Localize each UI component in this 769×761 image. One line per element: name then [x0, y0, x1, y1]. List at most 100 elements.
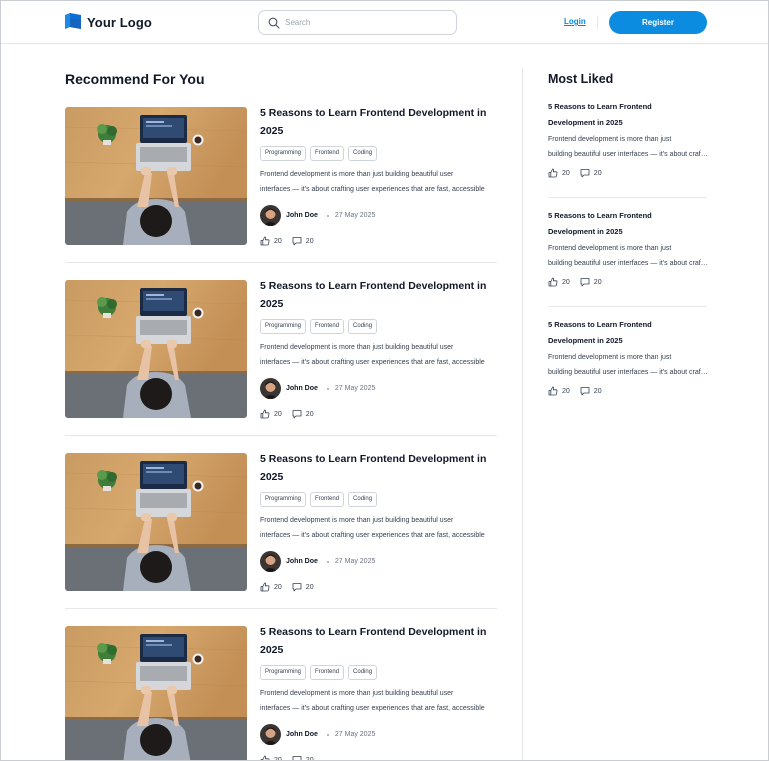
like-button[interactable]: 20 [260, 755, 282, 760]
article-card[interactable]: 5 Reasons to Learn Frontend Development … [65, 623, 500, 760]
article-excerpt: Frontend development is more than just b… [260, 513, 500, 543]
search-icon [268, 17, 280, 29]
like-button[interactable]: 20 [548, 168, 570, 178]
login-link[interactable]: Login [564, 17, 586, 26]
comment-button[interactable]: 20 [580, 277, 602, 287]
like-count: 20 [562, 169, 570, 177]
tag-chip[interactable]: Programming [260, 492, 307, 507]
comment-button[interactable]: 20 [580, 386, 602, 396]
like-icon [260, 582, 270, 592]
article-thumbnail[interactable] [65, 280, 247, 418]
avatar-image [260, 724, 281, 745]
tag-chip[interactable]: Coding [348, 492, 378, 507]
top-header: Your Logo Search Login Register [1, 1, 768, 44]
publish-date: 27 May 2025 [334, 558, 376, 565]
header-divider [597, 16, 598, 29]
tag-chip[interactable]: Programming [260, 665, 307, 680]
like-button[interactable]: 20 [260, 236, 282, 246]
article-thumbnail[interactable] [65, 626, 247, 760]
search-input[interactable]: Search [258, 10, 457, 35]
like-icon [548, 168, 558, 178]
tag-chip[interactable]: Frontend [310, 146, 345, 161]
excerpt-line: Frontend development is more than just b… [260, 690, 454, 697]
most-liked-item[interactable]: 5 Reasons to Learn Frontend Development i… [548, 99, 708, 178]
tag-chip[interactable]: Coding [348, 146, 378, 161]
tag-chip[interactable]: Coding [348, 319, 378, 334]
publish-date: 27 May 2025 [334, 731, 376, 738]
avatar[interactable] [260, 378, 281, 399]
most-liked-item[interactable]: 5 Reasons to Learn Frontend Development i… [548, 317, 708, 396]
comment-button[interactable]: 20 [292, 582, 314, 592]
card-divider [65, 262, 497, 263]
article-thumbnail[interactable] [65, 453, 247, 591]
tag-chip[interactable]: Frontend [310, 492, 345, 507]
comment-button[interactable]: 20 [580, 168, 602, 178]
logo[interactable]: Your Logo [65, 13, 152, 31]
author-name[interactable]: John Doe [286, 385, 318, 392]
article-card[interactable]: 5 Reasons to Learn Frontend Development … [65, 107, 497, 247]
excerpt-line: Frontend development is more than just [548, 245, 672, 252]
page: Your Logo Search Login Register Recommen… [0, 0, 769, 761]
avatar-image [260, 205, 281, 226]
most-liked-excerpt: Frontend development is more than just bu… [548, 132, 708, 162]
comment-button[interactable]: 20 [292, 236, 314, 246]
card-divider [65, 435, 497, 436]
author-row: John Doe 27 May 2025 [260, 378, 375, 399]
article-title[interactable]: 5 Reasons to Learn Frontend Development … [260, 450, 495, 486]
tag-chip[interactable]: Coding [348, 665, 378, 680]
like-icon [260, 236, 270, 246]
excerpt-line: interfaces — it's about crafting user ex… [260, 705, 485, 712]
side-divider [548, 197, 707, 198]
excerpt-line: Frontend development is more than just [548, 354, 672, 361]
most-liked-stats: 20 20 [548, 277, 708, 287]
article-excerpt: Frontend development is more than just b… [260, 686, 500, 716]
register-button[interactable]: Register [609, 11, 707, 34]
like-button[interactable]: 20 [260, 409, 282, 419]
avatar[interactable] [260, 205, 281, 226]
comment-count: 20 [593, 169, 602, 177]
title-line: 5 Reasons to Learn Frontend [548, 320, 652, 329]
article-title[interactable]: 5 Reasons to Learn Frontend Development … [260, 277, 495, 313]
like-count: 20 [274, 410, 282, 418]
card-divider [65, 608, 497, 609]
article-title[interactable]: 5 Reasons to Learn Frontend Development … [260, 104, 495, 140]
like-button[interactable]: 20 [548, 386, 570, 396]
comment-count: 20 [593, 387, 602, 395]
side-divider [548, 306, 707, 307]
article-image [65, 280, 247, 418]
search-placeholder: Search [285, 18, 311, 27]
excerpt-line: building beautiful user interfaces — it'… [548, 369, 708, 376]
title-line: 5 Reasons to Learn Frontend [548, 102, 652, 111]
author-row: John Doe 27 May 2025 [260, 551, 375, 572]
separator-dot [326, 214, 329, 217]
article-card[interactable]: 5 Reasons to Learn Frontend Development … [65, 453, 497, 593]
tag-chip[interactable]: Frontend [310, 665, 345, 680]
tag-list: Programming Frontend Coding [260, 492, 378, 507]
tag-chip[interactable]: Frontend [310, 319, 345, 334]
author-name[interactable]: John Doe [286, 212, 318, 219]
title-line: Development in 2025 [548, 336, 623, 345]
like-icon [548, 386, 558, 396]
article-thumbnail[interactable] [65, 107, 247, 245]
separator-dot [326, 560, 329, 563]
comment-icon [292, 583, 302, 592]
most-liked-title[interactable]: 5 Reasons to Learn Frontend Development i… [548, 317, 708, 349]
comment-button[interactable]: 20 [292, 755, 314, 760]
article-card[interactable]: 5 Reasons to Learn Frontend Development … [65, 280, 497, 420]
publish-date: 27 May 2025 [334, 385, 376, 392]
author-name[interactable]: John Doe [286, 731, 318, 738]
most-liked-title[interactable]: 5 Reasons to Learn Frontend Development i… [548, 99, 708, 131]
tag-chip[interactable]: Programming [260, 146, 307, 161]
avatar[interactable] [260, 724, 281, 745]
like-button[interactable]: 20 [548, 277, 570, 287]
like-button[interactable]: 20 [260, 582, 282, 592]
article-title[interactable]: 5 Reasons to Learn Frontend Development … [260, 623, 495, 659]
excerpt-line: building beautiful user interfaces — it'… [548, 151, 708, 158]
tag-chip[interactable]: Programming [260, 319, 307, 334]
comment-button[interactable]: 20 [292, 409, 314, 419]
most-liked-item[interactable]: 5 Reasons to Learn Frontend Development i… [548, 208, 708, 287]
author-name[interactable]: John Doe [286, 558, 318, 565]
like-icon [548, 277, 558, 287]
avatar[interactable] [260, 551, 281, 572]
most-liked-title[interactable]: 5 Reasons to Learn Frontend Development i… [548, 208, 708, 240]
